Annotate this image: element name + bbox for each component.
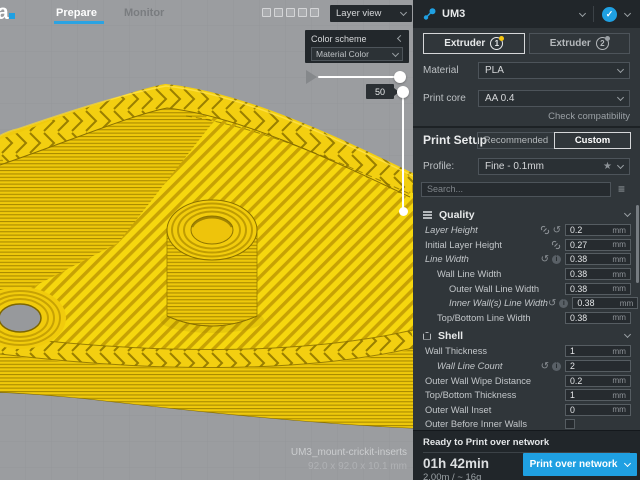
view-mode-dropdown[interactable]: Layer view	[330, 5, 412, 22]
top-bar: a Prepare Monitor Layer view	[0, 0, 413, 27]
color-scheme-dropdown[interactable]: Material Color	[311, 47, 403, 61]
info-icon: i	[552, 362, 561, 371]
status-text: Ready to Print over network	[423, 437, 630, 448]
section-quality[interactable]: Quality	[413, 206, 640, 223]
layer-slider-top-handle[interactable]	[397, 86, 409, 98]
layer-number-badge: 50	[366, 84, 394, 99]
profile-label: Profile:	[423, 161, 478, 172]
view-icon-2[interactable]	[274, 8, 283, 17]
print-footer: Ready to Print over network 01h 42min 2.…	[413, 430, 640, 480]
setting-row[interactable]: Line Width ↺i 0.38mm	[413, 252, 640, 267]
divider	[593, 6, 594, 22]
setting-row[interactable]: Wall Thickness 1mm	[413, 344, 640, 359]
connection-ok-icon: ✓	[602, 7, 617, 22]
material-color-dot	[499, 36, 504, 41]
material-color-dot	[605, 36, 610, 41]
outer-before-inner-walls-checkbox[interactable]	[565, 419, 575, 429]
3d-viewport[interactable]: a Prepare Monitor Layer view Color schem…	[0, 0, 413, 480]
view-toolbar	[262, 8, 319, 17]
chevron-down-icon	[617, 94, 624, 101]
model-name: UM3_mount-crickit-inserts	[291, 447, 407, 458]
custom-mode-button[interactable]: Custom	[554, 132, 631, 149]
network-printer-icon	[423, 8, 436, 21]
revert-icon[interactable]: ↺	[548, 299, 556, 308]
active-tab-underline	[54, 21, 104, 24]
view-icon-4[interactable]	[298, 8, 307, 17]
setting-row[interactable]: Outer Wall Wipe Distance 0.2mm	[413, 373, 640, 388]
revert-icon[interactable]: ↺	[541, 362, 549, 371]
material-label: Material	[423, 65, 478, 76]
revert-icon[interactable]: ↺	[541, 255, 549, 264]
logo-dot-icon	[9, 13, 15, 19]
path-slider-track[interactable]	[318, 76, 402, 78]
model-dimensions: 92.0 x 92.0 x 10.1 mm	[291, 461, 407, 472]
setting-row[interactable]: Outer Before Inner Walls	[413, 417, 640, 430]
star-icon[interactable]: ★	[603, 161, 612, 172]
chevron-down-icon[interactable]	[579, 9, 586, 16]
tab-prepare[interactable]: Prepare	[56, 7, 97, 19]
link-icon	[551, 240, 561, 250]
chevron-down-icon	[617, 162, 624, 169]
color-scheme-panel: Color scheme Material Color	[305, 30, 409, 63]
chevron-down-icon[interactable]	[624, 9, 631, 16]
printer-name: UM3	[442, 8, 465, 20]
printcore-dropdown[interactable]: AA 0.4	[478, 90, 630, 107]
settings-scrollbar[interactable]	[636, 205, 639, 283]
play-simulation-button[interactable]	[306, 70, 317, 84]
divider	[413, 126, 640, 128]
extruder-1-tab[interactable]: Extruder 1	[423, 33, 525, 54]
recommended-mode-button[interactable]: Recommended	[477, 132, 554, 149]
chevron-down-icon	[392, 49, 399, 56]
setting-row[interactable]: Outer Wall Inset 0mm	[413, 403, 640, 418]
machine-header[interactable]: UM3 ✓	[413, 0, 640, 28]
chevron-down-icon	[617, 66, 624, 73]
extruder-2-tab[interactable]: Extruder 2	[529, 33, 631, 54]
sliced-model-render	[0, 0, 413, 480]
setting-row[interactable]: Top/Bottom Line Width 0.38mm	[413, 311, 640, 326]
model-info: UM3_mount-crickit-inserts 92.0 x 92.0 x …	[291, 447, 407, 472]
search-input[interactable]: Search...	[421, 182, 611, 197]
profile-dropdown[interactable]: Fine - 0.1mm ★	[478, 158, 630, 175]
setting-row[interactable]: Wall Line Width 0.38mm	[413, 267, 640, 282]
filter-menu-icon[interactable]: ≡	[618, 184, 625, 194]
setting-row[interactable]: Inner Wall(s) Line Width ↺i 0.38mm	[413, 296, 640, 311]
setting-row[interactable]: Wall Line Count ↺i 2	[413, 359, 640, 374]
chevron-down-icon	[624, 331, 631, 338]
setting-row[interactable]: Initial Layer Height 0.27mm	[413, 238, 640, 253]
quality-icon	[423, 211, 432, 219]
revert-icon[interactable]: ↺	[553, 226, 561, 235]
layer-slider-track[interactable]	[402, 92, 404, 212]
shell-icon	[423, 332, 431, 340]
view-icon-3[interactable]	[286, 8, 295, 17]
chevron-down-icon	[624, 210, 631, 217]
info-icon: i	[559, 299, 568, 308]
check-compatibility-link[interactable]: Check compatibility	[548, 111, 630, 122]
layer-slider-bottom-handle[interactable]	[399, 207, 408, 216]
sidebar-panel: UM3 ✓ Extruder 1 Extruder 2 Material PLA…	[413, 0, 640, 480]
chevron-down-icon	[400, 9, 407, 16]
material-dropdown[interactable]: PLA	[478, 62, 630, 79]
section-shell[interactable]: Shell	[413, 327, 640, 344]
path-slider-handle[interactable]	[394, 71, 406, 83]
link-icon	[540, 225, 550, 235]
setting-row[interactable]: Outer Wall Line Width 0.38mm	[413, 281, 640, 296]
view-icon-1[interactable]	[262, 8, 271, 17]
view-icon-5[interactable]	[310, 8, 319, 17]
printcore-label: Print core	[423, 93, 478, 104]
settings-list: Quality Layer Height ↺ 0.2mm Initial Lay…	[413, 202, 640, 430]
tab-monitor[interactable]: Monitor	[124, 7, 164, 19]
chevron-down-icon	[624, 460, 631, 467]
setting-row[interactable]: Layer Height ↺ 0.2mm	[413, 223, 640, 238]
setting-row[interactable]: Top/Bottom Thickness 1mm	[413, 388, 640, 403]
mode-segmented-control: Recommended Custom	[477, 132, 631, 149]
color-scheme-label: Color scheme	[311, 34, 367, 44]
collapse-icon[interactable]	[397, 34, 404, 41]
extruder-tabs: Extruder 1 Extruder 2	[423, 33, 630, 54]
info-icon: i	[552, 255, 561, 264]
print-over-network-button[interactable]: Print over network	[523, 453, 637, 476]
cura-logo: a	[0, 1, 15, 25]
